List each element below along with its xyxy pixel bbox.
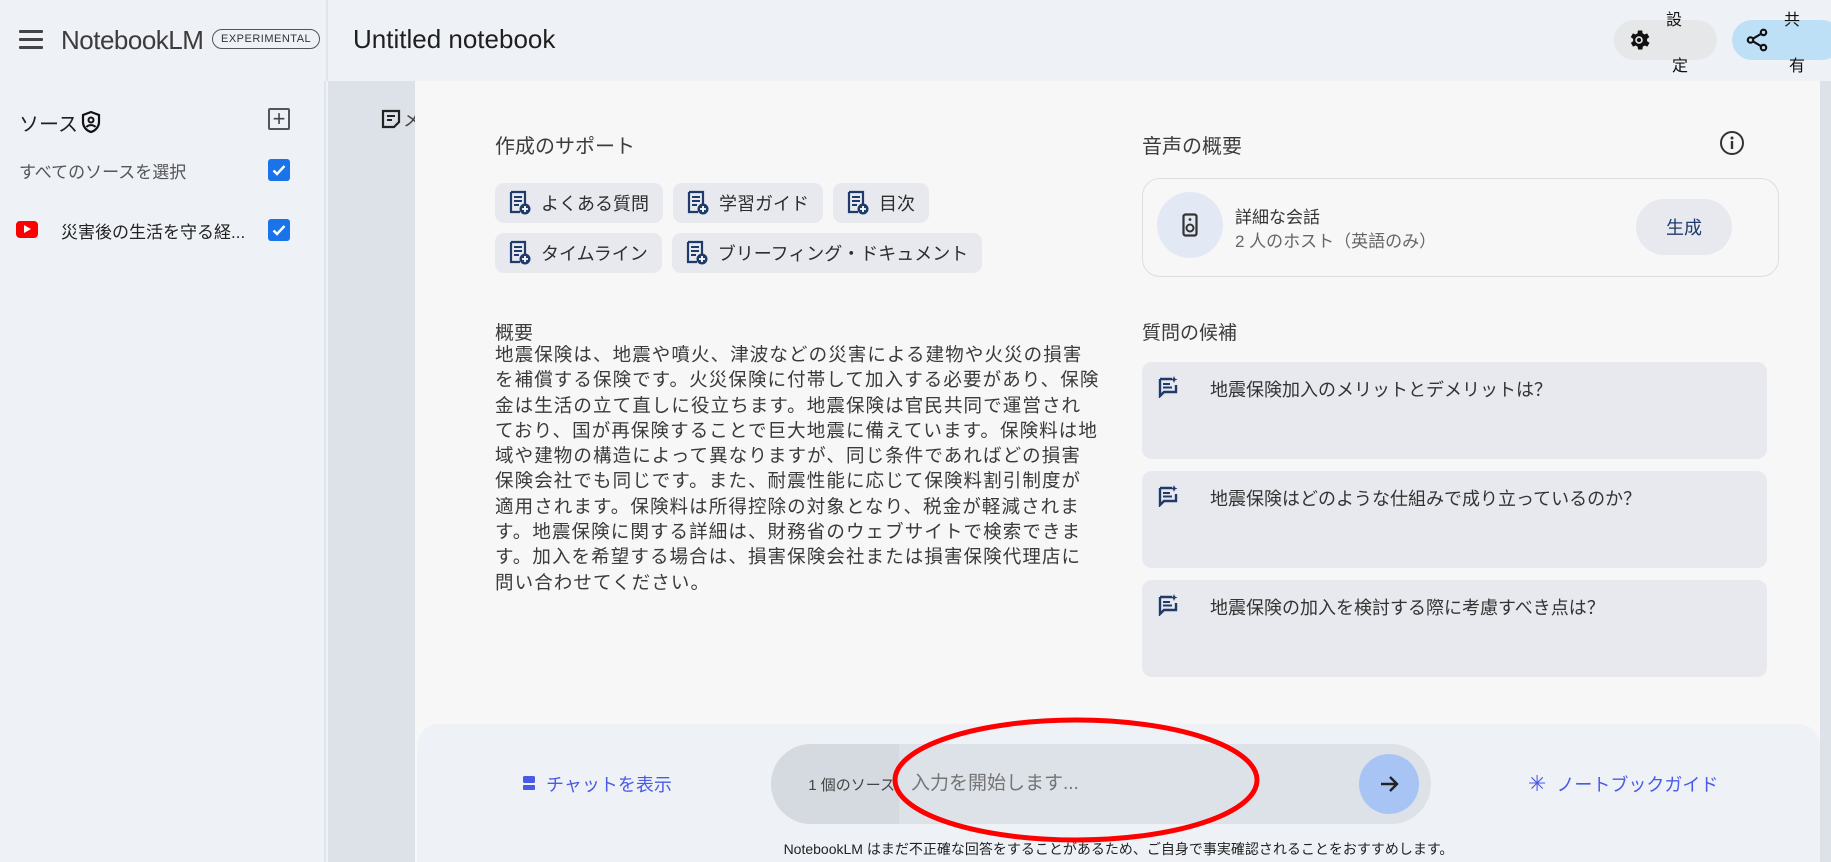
show-chat-button[interactable]: チャットを表示: [522, 771, 672, 797]
chat-spark-icon: [1158, 594, 1178, 616]
arrow-right-icon: [1381, 776, 1399, 792]
chip-label: 目次: [879, 194, 915, 214]
chip-label: タイムライン: [541, 244, 648, 264]
chip-row-1: よくある質問 学習ガイド 目次: [495, 183, 929, 223]
chip-label: 学習ガイド: [719, 194, 809, 214]
select-all-label: すべてのソースを選択: [19, 163, 187, 182]
doc-add-icon: [686, 240, 708, 265]
chat-spark-icon: [1158, 376, 1178, 398]
show-chat-label: チャットを表示: [546, 775, 672, 795]
notebook-guide-label: ノートブックガイド: [1556, 775, 1719, 795]
chip-faq[interactable]: よくある質問: [495, 183, 663, 223]
chip-timeline[interactable]: タイムライン: [495, 233, 662, 273]
suggested-questions-title: 質問の候補: [1142, 323, 1238, 344]
notes-panel-strip: [328, 81, 415, 862]
experimental-badge: EXPERIMENTAL: [212, 29, 321, 49]
right-strip: [1820, 81, 1831, 862]
question-text: 地震保険の加入を検討する際に考慮すべき点は？: [1210, 598, 1605, 618]
chat-icon: [523, 776, 535, 790]
send-button[interactable]: [1359, 754, 1419, 814]
suggested-question[interactable]: 地震保険の加入を検討する際に考慮すべき点は？: [1142, 580, 1767, 677]
app-logo: NotebookLM: [61, 25, 204, 55]
gear-icon: [1630, 30, 1650, 50]
share-label-top: 共: [1784, 12, 1801, 29]
chip-study-guide[interactable]: 学習ガイド: [673, 183, 823, 223]
source-checkbox[interactable]: [268, 219, 290, 241]
select-all-checkbox[interactable]: [268, 159, 290, 181]
support-title: 作成のサポート: [495, 136, 635, 158]
audio-overview-card: 詳細な会話 2 人のホスト（英語のみ） 生成: [1142, 178, 1779, 277]
doc-add-icon: [847, 190, 869, 215]
chip-label: よくある質問: [541, 194, 649, 214]
speaker-icon: [1157, 192, 1223, 258]
generate-button[interactable]: 生成: [1636, 199, 1732, 255]
share-button[interactable]: [1732, 20, 1831, 60]
source-label: 災害後の生活を守る経...: [61, 223, 246, 242]
share-label-bottom: 有: [1789, 58, 1806, 75]
divider: [326, 0, 328, 81]
chip-label: ブリーフィング・ドキュメント: [717, 244, 969, 264]
doc-add-icon: [509, 240, 531, 265]
suggested-question[interactable]: 地震保険はどのような仕組みで成り立っているのか？: [1142, 471, 1767, 568]
menu-icon[interactable]: [19, 30, 43, 50]
settings-label-top: 設: [1666, 12, 1683, 29]
chip-toc[interactable]: 目次: [833, 183, 929, 223]
sources-sidebar: [0, 81, 326, 862]
share-icon: [1746, 28, 1768, 52]
info-icon[interactable]: [1719, 130, 1745, 156]
audio-overview-title: 音声の概要: [1142, 136, 1242, 158]
summary-text: 地震保険は、地震や噴火、津波などの災害による建物や火災の損害を補償する保険です。…: [495, 344, 1100, 593]
notebook-guide-button[interactable]: ✳ ノートブックガイド: [1528, 771, 1718, 797]
sources-title: ソース: [19, 114, 78, 136]
asterisk-icon: ✳: [1528, 771, 1547, 796]
question-text: 地震保険加入のメリットとデメリットは？: [1210, 380, 1552, 400]
chip-briefing-doc[interactable]: ブリーフィング・ドキュメント: [671, 233, 983, 273]
doc-add-icon: [509, 190, 531, 215]
chip-row-2: タイムライン ブリーフィング・ドキュメント: [495, 233, 983, 273]
audio-card-title: 詳細な会話: [1235, 208, 1320, 227]
summary-title: 概要: [495, 323, 534, 344]
audio-card-subtitle: 2 人のホスト（英語のみ）: [1235, 232, 1437, 251]
youtube-icon: [16, 221, 38, 238]
check-icon: [272, 165, 286, 176]
notebook-title[interactable]: Untitled notebook: [353, 24, 555, 55]
plus-icon: +: [272, 106, 286, 131]
add-source-button[interactable]: +: [268, 108, 290, 130]
source-count: 1 個のソース: [771, 744, 899, 824]
suggested-question[interactable]: 地震保険加入のメリットとデメリットは？: [1142, 362, 1767, 459]
annotation-ellipse: [892, 717, 1260, 843]
chat-spark-icon: [1158, 485, 1178, 507]
doc-add-icon: [687, 190, 709, 215]
shield-icon: [81, 110, 101, 134]
check-icon: [272, 225, 286, 236]
note-icon[interactable]: [380, 108, 402, 130]
settings-label-bottom: 定: [1672, 58, 1689, 75]
notes-tab-label: メ: [403, 110, 415, 130]
source-item[interactable]: 災害後の生活を守る経...: [16, 219, 306, 246]
question-text: 地震保険はどのような仕組みで成り立っているのか？: [1210, 489, 1642, 509]
